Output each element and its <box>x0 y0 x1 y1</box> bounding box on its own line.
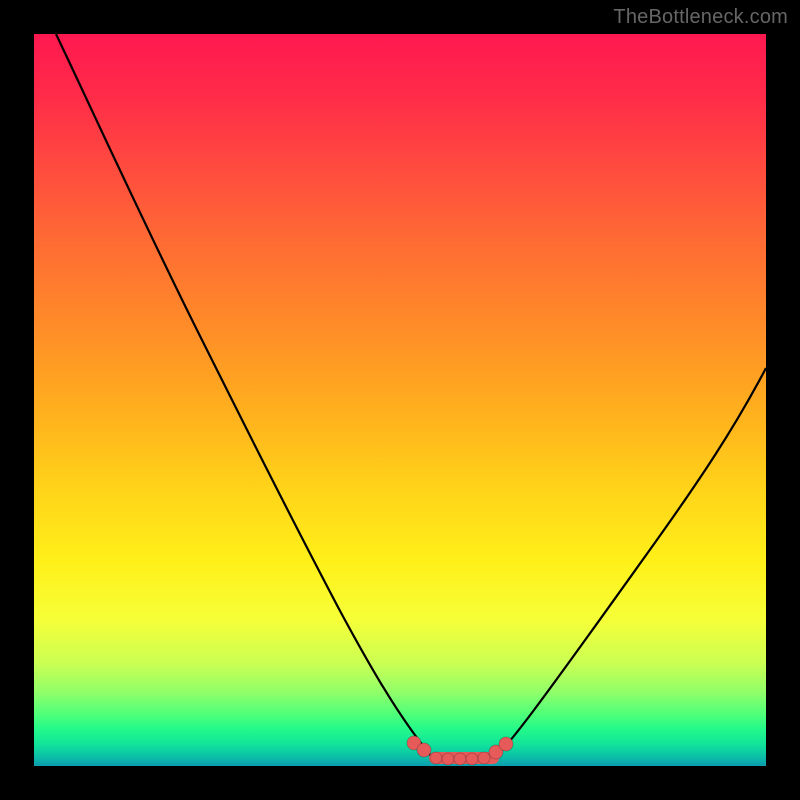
right-curve <box>496 368 766 756</box>
watermark-text: TheBottleneck.com <box>613 6 788 29</box>
curve-svg <box>34 34 766 766</box>
valley-markers <box>407 736 513 765</box>
chart-frame: TheBottleneck.com <box>0 0 800 800</box>
left-curve <box>56 34 431 756</box>
plot-area <box>34 34 766 766</box>
